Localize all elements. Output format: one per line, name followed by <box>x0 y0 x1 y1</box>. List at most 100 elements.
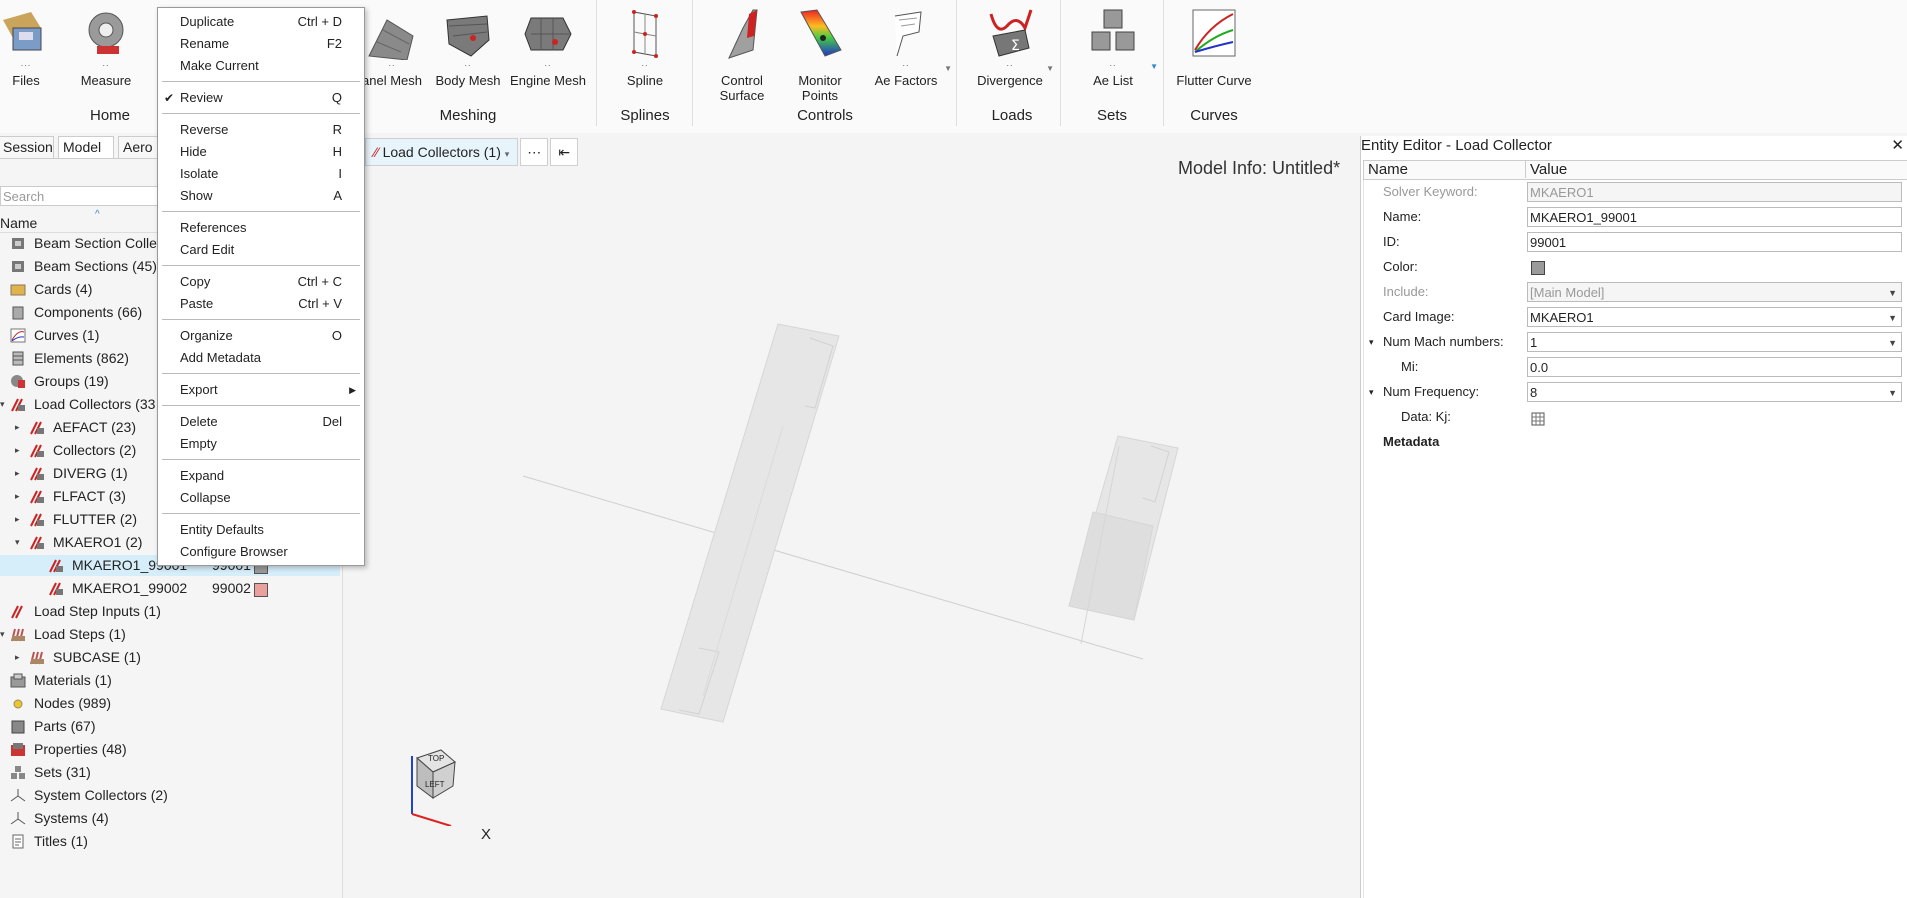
load-collector-icon: ⁄⁄ <box>374 144 379 160</box>
expand-toggle-icon[interactable]: ▸ <box>15 440 20 461</box>
load-step-icon <box>10 627 26 642</box>
id-field[interactable]: 99001 <box>1527 232 1902 252</box>
view-cube[interactable]: TOP LEFT <box>403 746 493 827</box>
measure-icon <box>81 6 131 60</box>
ae-factors-button[interactable]: .. Ae Factors ▼ <box>866 0 952 100</box>
table-edit-icon[interactable] <box>1531 410 1545 426</box>
expand-toggle-icon[interactable]: ▾ <box>1369 380 1374 404</box>
menu-item-entity-defaults[interactable]: Entity Defaults <box>158 519 364 541</box>
panel-mesh-button[interactable]: .. anel Mesh <box>358 0 426 100</box>
menu-item-show[interactable]: Show A <box>158 185 364 207</box>
menu-item-references[interactable]: References <box>158 217 364 239</box>
tab-session[interactable]: Session <box>0 136 54 159</box>
menu-item-make-current[interactable]: Make Current <box>158 55 364 77</box>
expand-toggle-icon[interactable]: ▾ <box>15 532 20 553</box>
dropdown-arrow-icon[interactable]: ▼ <box>1150 62 1158 71</box>
engine-mesh-button[interactable]: .. Engine Mesh <box>506 0 590 100</box>
group-separator <box>956 0 957 126</box>
menu-item-empty[interactable]: Empty <box>158 433 364 455</box>
menu-item-card-edit[interactable]: Card Edit <box>158 239 364 261</box>
menu-separator <box>162 459 360 460</box>
group-label-loads: Loads <box>991 107 1033 124</box>
tree-item-properties[interactable]: Properties (48) <box>0 739 340 760</box>
tree-item-system-collectors[interactable]: System Collectors (2) <box>0 785 340 806</box>
monitor-points-button[interactable]: Monitor Points <box>790 0 850 103</box>
spline-button[interactable]: .. Spline <box>616 0 674 100</box>
num-mach-numbers-select[interactable]: 1 ▼ <box>1527 332 1902 352</box>
ae-list-icon <box>1088 6 1138 60</box>
expand-toggle-icon[interactable]: ▸ <box>15 509 20 530</box>
ae-list-button[interactable]: .. Ae List ▼ <box>1070 0 1158 100</box>
menu-item-export[interactable]: Export ▶ <box>158 379 364 401</box>
tree-item-subcase[interactable]: ▸ SUBCASE (1) <box>0 647 340 668</box>
tree-item-count: (1) <box>82 327 100 343</box>
menu-item-label: Entity Defaults <box>180 522 264 537</box>
expand-toggle-icon[interactable]: ▸ <box>15 486 20 507</box>
menu-item-hide[interactable]: Hide H <box>158 141 364 163</box>
more-options-button[interactable]: ⋯ <box>520 138 549 166</box>
load-collector-icon <box>29 489 45 504</box>
menu-item-label: Rename <box>180 36 230 51</box>
mi-field[interactable]: 0.0 <box>1527 357 1902 377</box>
tab-model[interactable]: Model <box>58 136 114 159</box>
expand-toggle-icon[interactable]: ▸ <box>15 417 20 438</box>
tree-item-count: (31) <box>65 764 91 780</box>
monitor-points-label: Monitor Points <box>798 73 842 103</box>
menu-item-delete[interactable]: Delete Del <box>158 411 364 433</box>
expand-toggle-icon[interactable]: ▾ <box>1369 330 1374 354</box>
menu-item-label: Make Current <box>180 58 259 73</box>
card-image-select[interactable]: MKAERO1 ▼ <box>1527 307 1902 327</box>
graphics-viewport[interactable]: TOP LEFT X <box>342 136 1361 898</box>
tree-item-load-steps[interactable]: ▾ Load Steps (1) <box>0 624 340 645</box>
body-mesh-button[interactable]: .. Body Mesh <box>432 0 504 100</box>
expand-toggle-icon[interactable]: ▾ <box>0 394 5 415</box>
menu-item-configure-browser[interactable]: Configure Browser <box>158 541 364 563</box>
expand-toggle-icon[interactable]: ▸ <box>15 463 20 484</box>
flutter-curve-label: Flutter Curve <box>1176 73 1252 88</box>
menu-item-collapse[interactable]: Collapse <box>158 487 364 509</box>
filter-button-label: Load Collectors (1) <box>382 144 501 160</box>
menu-item-expand[interactable]: Expand <box>158 465 364 487</box>
menu-item-reverse[interactable]: Reverse R <box>158 119 364 141</box>
dropdown-arrow-icon[interactable]: ▼ <box>1046 64 1054 73</box>
tree-item-parts[interactable]: Parts (67) <box>0 716 340 737</box>
menu-separator <box>162 113 360 114</box>
menu-item-paste[interactable]: Paste Ctrl + V <box>158 293 364 315</box>
menu-item-isolate[interactable]: Isolate I <box>158 163 364 185</box>
expand-toggle-icon[interactable]: ▾ <box>0 624 5 645</box>
flutter-curve-button[interactable]: Flutter Curve <box>1170 0 1258 100</box>
divergence-button[interactable]: Σ .. Divergence ▼ <box>970 0 1054 100</box>
tree-item-sets[interactable]: Sets (31) <box>0 762 340 783</box>
dropdown-arrow-icon[interactable]: ▼ <box>944 64 952 73</box>
tree-item-load-step-inputs[interactable]: Load Step Inputs (1) <box>0 601 340 622</box>
menu-item-organize[interactable]: Organize O <box>158 325 364 347</box>
collapse-panel-button[interactable]: ⇤ <box>550 138 579 166</box>
measure-button[interactable]: .. Measure <box>80 0 132 100</box>
search-input[interactable]: Search <box>0 186 160 206</box>
menu-item-review[interactable]: ✔ Review Q <box>158 87 364 109</box>
menu-item-duplicate[interactable]: Duplicate Ctrl + D <box>158 11 364 33</box>
tree-item-mkaero1-99002[interactable]: MKAERO1_99002 99002 <box>0 578 340 599</box>
num-frequency-select[interactable]: 8 ▼ <box>1527 382 1902 402</box>
color-swatch[interactable] <box>1531 261 1545 275</box>
tree-item-materials[interactable]: Materials (1) <box>0 670 340 691</box>
load-collectors-filter-button[interactable]: ⁄⁄ Load Collectors (1) ▾ <box>365 138 519 166</box>
tree-item-systems[interactable]: Systems (4) <box>0 808 340 829</box>
group-label-splines: Splines <box>620 107 670 124</box>
name-field[interactable]: MKAERO1_99001 <box>1527 207 1902 227</box>
files-button[interactable]: ... Files <box>0 0 52 100</box>
tree-item-nodes[interactable]: Nodes (989) <box>0 693 340 714</box>
control-surface-button[interactable]: Control Surface <box>712 0 772 103</box>
tree-item-titles[interactable]: Titles (1) <box>0 831 340 852</box>
color-swatch[interactable] <box>254 583 268 597</box>
close-icon[interactable]: ✕ <box>1891 136 1904 154</box>
menu-item-rename[interactable]: Rename F2 <box>158 33 364 55</box>
load-collector-icon <box>29 443 45 458</box>
menu-item-add-metadata[interactable]: Add Metadata <box>158 347 364 369</box>
expand-toggle-icon[interactable]: ▸ <box>15 647 20 668</box>
menu-item-copy[interactable]: Copy Ctrl + C <box>158 271 364 293</box>
divergence-icon: Σ <box>985 6 1035 60</box>
group-label-curves: Curves <box>1190 107 1238 124</box>
dots-indicator: .. <box>544 58 552 68</box>
tree-item-count: (1) <box>108 626 126 642</box>
